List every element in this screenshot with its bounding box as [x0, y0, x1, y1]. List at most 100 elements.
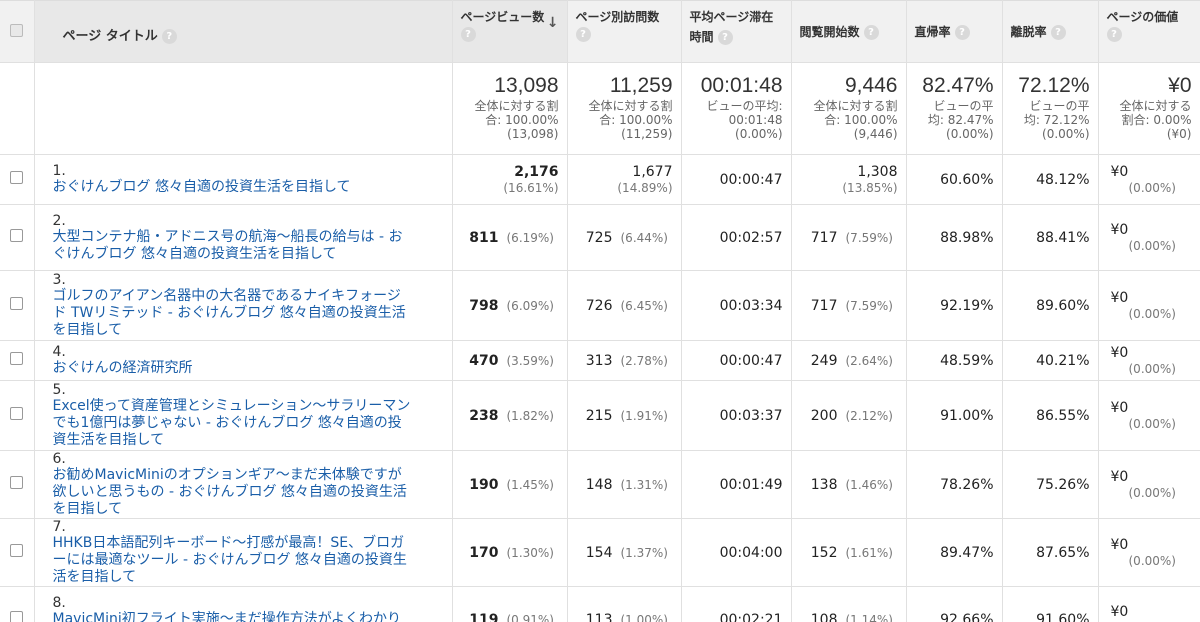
exit-value: 89.60%: [1036, 297, 1090, 314]
help-icon[interactable]: ?: [575, 27, 591, 42]
select-all-checkbox[interactable]: [10, 23, 24, 37]
page-value-cell: ¥0(0.00%): [1098, 450, 1200, 519]
entrances-cell: 249 (2.64%): [791, 340, 907, 381]
summary-note: 全体に対する割: [474, 99, 559, 113]
row-checkbox[interactable]: [10, 171, 24, 184]
summary-note: (9,446): [853, 127, 898, 141]
page-title-link[interactable]: おぐけんブログ 悠々自適の投資生活を目指して: [53, 179, 415, 196]
help-icon[interactable]: ?: [717, 30, 733, 45]
summary-note: 合: 100.00%: [599, 113, 673, 127]
pageviews-cell: 2,176(16.61%): [452, 154, 568, 205]
entrances-percent: (1.14%): [845, 612, 893, 622]
row-index: 4.: [52, 344, 66, 360]
table-row: 4.おぐけんの経済研究所 470 (3.59%) 313 (2.78%) 00:00…: [0, 340, 1200, 381]
help-icon[interactable]: ?: [1106, 27, 1122, 42]
pageviews-value: 190: [469, 476, 499, 493]
pageviews-cell: 238 (1.82%): [452, 380, 568, 451]
exit-value: 91.60%: [1036, 611, 1090, 622]
summary-value: 72.12%: [1018, 74, 1090, 97]
page-title-link[interactable]: ゴルフのアイアン名器中の大名器であるナイキフォージド TWリミテッド - おぐけ…: [53, 288, 415, 339]
entrances-percent: (1.61%): [845, 545, 893, 560]
row-checkbox[interactable]: [10, 297, 24, 310]
analytics-table: ページ タイトル? ページビュー数 ↓? ページ別訪問数? 平均ページ滞在 時間? …: [0, 0, 1200, 622]
pageviews-percent: (6.19%): [506, 230, 554, 245]
entrances-value: 200: [810, 407, 838, 424]
entrances-percent: (1.46%): [845, 477, 893, 492]
help-icon[interactable]: ?: [1050, 25, 1066, 40]
page-title-link[interactable]: おぐけんの経済研究所: [53, 360, 415, 377]
column-header-page-title[interactable]: ページ タイトル?: [34, 0, 453, 63]
page-value: ¥0: [1110, 468, 1129, 485]
unique-percent: (6.45%): [620, 298, 668, 313]
bounce-cell: 48.59%: [906, 340, 1003, 381]
avg-time-value: 00:03:34: [719, 297, 783, 314]
column-header-label: 閲覧開始数: [799, 25, 860, 39]
page-title-link[interactable]: 大型コンテナ船・アドニス号の航海〜船長の給与は - おぐけんブログ 悠々自適の投…: [53, 229, 415, 263]
column-header-page-value[interactable]: ページの価値?: [1098, 0, 1200, 63]
unique-value: 726: [585, 297, 613, 314]
column-header-unique-pageviews[interactable]: ページ別訪問数?: [567, 0, 682, 63]
row-index: 8.: [52, 594, 66, 611]
summary-note: ビューの平均:: [706, 99, 783, 113]
entrances-cell: 1,308(13.85%): [791, 154, 907, 205]
help-icon[interactable]: ?: [161, 29, 177, 44]
summary-value: 9,446: [844, 74, 898, 97]
summary-value: ¥0: [1168, 74, 1192, 97]
help-icon[interactable]: ?: [863, 25, 879, 40]
row-checkbox[interactable]: [10, 476, 24, 489]
bounce-cell: 91.00%: [906, 380, 1003, 451]
bounce-value: 78.26%: [940, 476, 994, 493]
page-title-cell: 2.大型コンテナ船・アドニス号の航海〜船長の給与は - おぐけんブログ 悠々自適…: [34, 204, 453, 271]
summary-entrances: 9,446 全体に対する割 合: 100.00% (9,446): [791, 62, 907, 155]
row-checkbox[interactable]: [10, 544, 24, 557]
avg-time-cell: 00:00:47: [681, 340, 792, 381]
summary-note: (0.00%): [946, 127, 994, 141]
help-icon[interactable]: ?: [460, 27, 476, 42]
page-value-cell: ¥0(0.00%): [1098, 586, 1200, 622]
summary-note: (13,098): [507, 127, 559, 141]
page-value: ¥0: [1110, 536, 1129, 553]
table-row: 6.お勧めMavicMiniのオプションギア〜まだ未体験ですが欲しいと思うもの …: [0, 450, 1200, 519]
page-title-link[interactable]: お勧めMavicMiniのオプションギア〜まだ未体験ですが欲しいと思うもの - …: [53, 467, 415, 518]
column-header-exit-rate[interactable]: 離脱率?: [1002, 0, 1099, 63]
entrances-percent: (7.59%): [845, 230, 893, 245]
page-title-link[interactable]: Excel使って資産管理とシミュレーション〜サラリーマンでも1億円は夢じゃない …: [53, 398, 415, 449]
pageviews-value: 470: [469, 352, 499, 369]
column-header-avg-time[interactable]: 平均ページ滞在 時間?: [681, 0, 792, 63]
exit-value: 75.26%: [1036, 476, 1090, 493]
help-icon[interactable]: ?: [954, 25, 970, 40]
page-value: ¥0: [1110, 603, 1129, 620]
row-checkbox[interactable]: [10, 611, 24, 622]
exit-cell: 75.26%: [1002, 450, 1099, 519]
table-row: 5.Excel使って資産管理とシミュレーション〜サラリーマンでも1億円は夢じゃな…: [0, 380, 1200, 451]
entrances-cell: 138 (1.46%): [791, 450, 907, 519]
summary-note: (0.00%): [1042, 127, 1090, 141]
exit-cell: 91.60%: [1002, 586, 1099, 622]
page-value-cell: ¥0(0.00%): [1098, 380, 1200, 451]
entrances-percent: (2.64%): [845, 353, 893, 368]
unique-cell: 1,677(14.89%): [567, 154, 682, 205]
column-header-bounce-rate[interactable]: 直帰率?: [906, 0, 1003, 63]
unique-percent: (1.31%): [620, 477, 668, 492]
row-checkbox[interactable]: [10, 352, 24, 365]
page-title-link[interactable]: MavicMini初フライト実施〜まだ操作方法がよくわかりません - おぐけんブ…: [53, 611, 415, 622]
exit-cell: 86.55%: [1002, 380, 1099, 451]
sort-descending-icon[interactable]: ↓: [547, 13, 559, 33]
avg-time-cell: 00:04:00: [681, 518, 792, 587]
column-header-entrances[interactable]: 閲覧開始数?: [791, 0, 907, 63]
page-value-cell: ¥0(0.00%): [1098, 270, 1200, 341]
page-title-link[interactable]: HHKB日本語配列キーボード〜打感が最高！SE、ブロガーには最適なツール - お…: [53, 535, 415, 586]
bounce-cell: 78.26%: [906, 450, 1003, 519]
column-header-pageviews[interactable]: ページビュー数 ↓?: [452, 0, 568, 63]
avg-time-value: 00:02:21: [719, 611, 783, 622]
row-checkbox[interactable]: [10, 229, 24, 242]
row-checkbox[interactable]: [10, 407, 24, 420]
bounce-value: 48.59%: [940, 352, 994, 369]
entrances-value: 138: [810, 476, 838, 493]
page-value-percent: (0.00%): [1128, 361, 1176, 376]
summary-bounce: 82.47% ビューの平 均: 82.47% (0.00%): [906, 62, 1003, 155]
summary-empty-cell: [34, 62, 453, 155]
entrances-cell: 717 (7.59%): [791, 270, 907, 341]
row-index: 7.: [52, 519, 66, 535]
column-header-label: ページの価値: [1106, 10, 1179, 24]
